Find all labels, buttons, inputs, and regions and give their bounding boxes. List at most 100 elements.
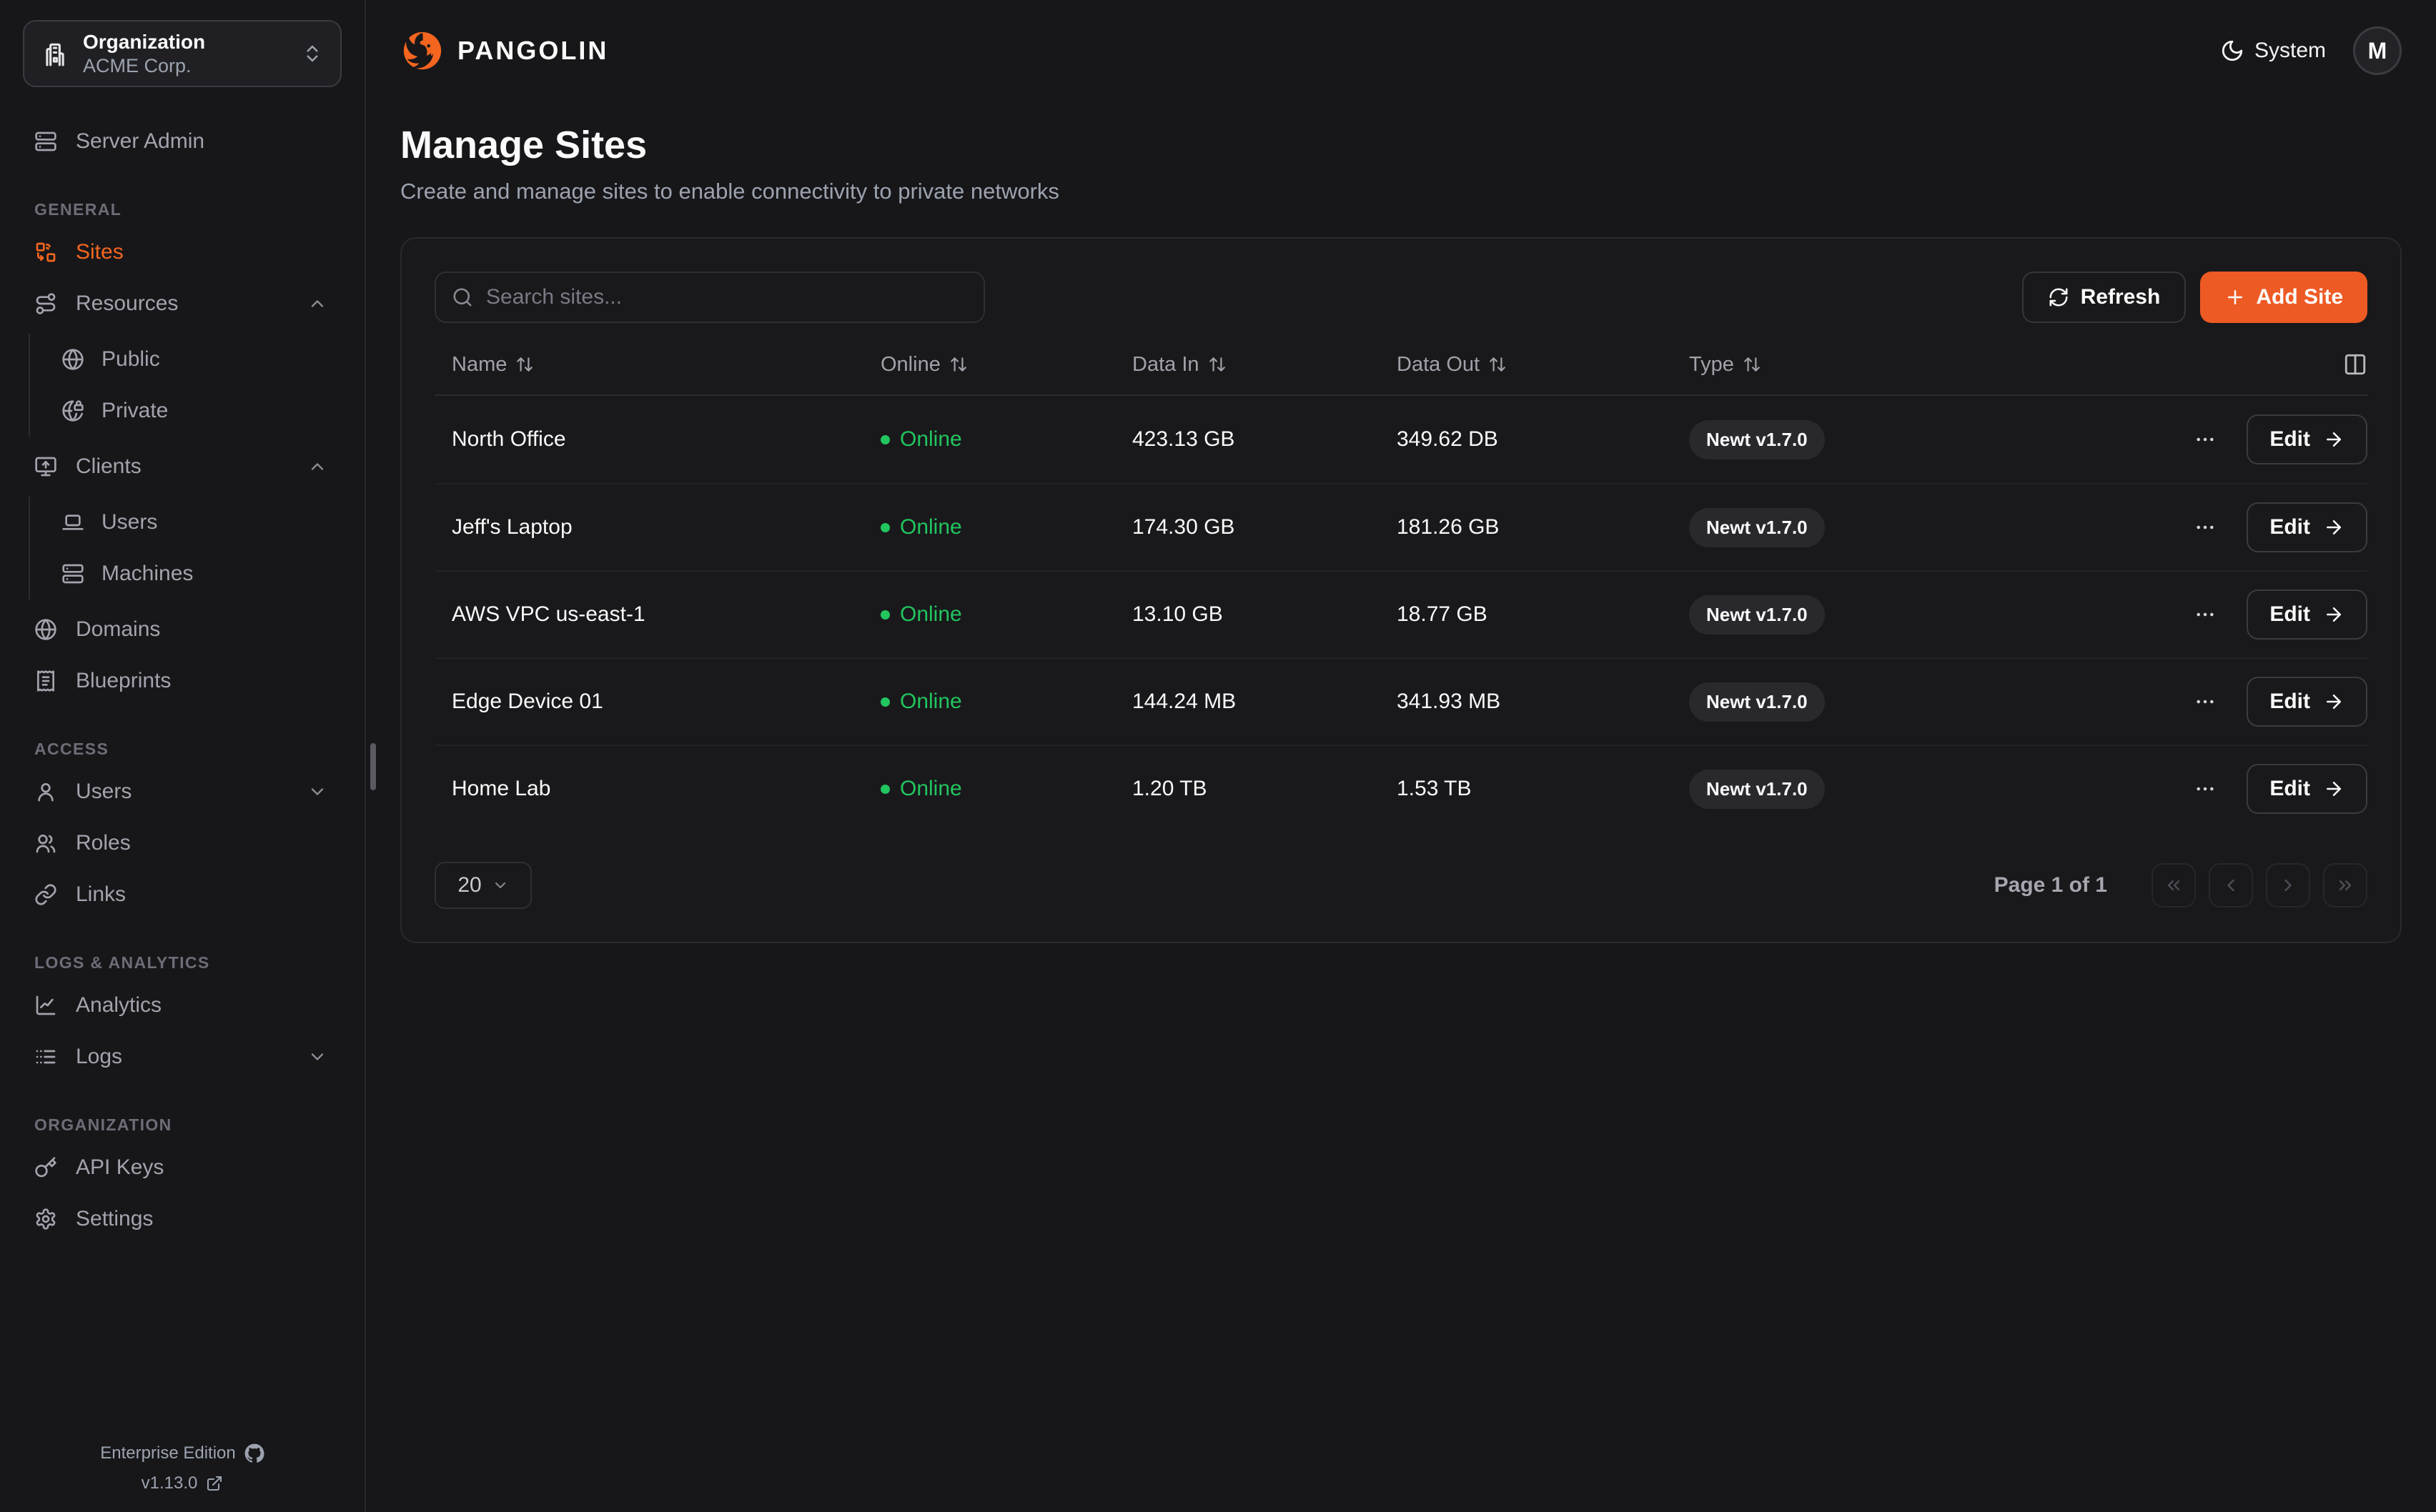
next-page-button[interactable] — [2266, 863, 2310, 907]
server-icon — [34, 130, 57, 153]
theme-toggle[interactable]: System — [2220, 39, 2326, 63]
sidebar-item-machines[interactable]: Machines — [30, 551, 365, 597]
data-out: 341.93 MB — [1397, 690, 1689, 714]
building-icon — [41, 40, 69, 67]
column-label: Type — [1689, 353, 1734, 377]
sidebar-item-sites[interactable]: Sites — [0, 229, 365, 275]
row-menu-button[interactable] — [2194, 603, 2217, 626]
chevrons-right-icon — [2335, 875, 2355, 895]
globe-icon — [61, 348, 84, 371]
status-label: Online — [900, 515, 962, 539]
users-icon — [34, 832, 57, 855]
type-badge: Newt v1.7.0 — [1689, 682, 1825, 722]
sidebar-item-public[interactable]: Public — [30, 337, 365, 382]
org-selector-label: Organization — [83, 29, 205, 54]
sidebar-item-server-admin[interactable]: Server Admin — [0, 119, 365, 164]
columns-toggle-button[interactable] — [2343, 352, 2367, 377]
sidebar-item-label: Private — [102, 399, 168, 423]
laptop-icon — [61, 511, 84, 534]
edit-button[interactable]: Edit — [2247, 764, 2367, 814]
chevron-right-icon — [2278, 875, 2298, 895]
data-out: 18.77 GB — [1397, 602, 1689, 627]
version-link[interactable]: v1.13.0 — [0, 1473, 365, 1493]
search-input[interactable] — [486, 285, 968, 309]
sidebar-item-clients[interactable]: Clients — [0, 444, 365, 489]
chevron-down-icon — [492, 877, 509, 894]
sidebar-item-blueprints[interactable]: Blueprints — [0, 658, 365, 704]
row-menu-button[interactable] — [2194, 777, 2217, 800]
globe-lock-icon — [61, 399, 84, 422]
sidebar-item-users[interactable]: Users — [0, 769, 365, 815]
edit-button[interactable]: Edit — [2247, 414, 2367, 464]
org-selector[interactable]: Organization ACME Corp. — [23, 20, 342, 87]
last-page-button[interactable] — [2323, 863, 2367, 907]
version-label: v1.13.0 — [142, 1473, 198, 1493]
avatar[interactable]: M — [2353, 26, 2402, 75]
data-out: 349.62 DB — [1397, 427, 1689, 452]
column-header-online[interactable]: Online — [881, 353, 1132, 377]
data-out: 1.53 TB — [1397, 777, 1689, 801]
edit-button[interactable]: Edit — [2247, 502, 2367, 552]
first-page-button[interactable] — [2152, 863, 2196, 907]
row-menu-button[interactable] — [2194, 516, 2217, 539]
page-size-select[interactable]: 20 — [435, 862, 532, 909]
column-header-type[interactable]: Type — [1689, 353, 2001, 377]
sidebar-item-client-users[interactable]: Users — [30, 499, 365, 545]
sidebar-item-label: Analytics — [76, 993, 162, 1018]
status-label: Online — [900, 777, 962, 801]
sidebar-item-private[interactable]: Private — [30, 388, 365, 434]
section-general: GENERAL — [0, 200, 365, 219]
sidebar-item-label: Users — [76, 780, 132, 804]
sidebar-item-settings[interactable]: Settings — [0, 1196, 365, 1242]
sidebar-item-label: Resources — [76, 292, 178, 316]
site-name: North Office — [452, 427, 881, 452]
column-header-data-out[interactable]: Data Out — [1397, 353, 1689, 377]
site-name: Edge Device 01 — [452, 690, 881, 714]
theme-toggle-label: System — [2254, 39, 2326, 63]
clients-subgroup: Users Machines — [29, 497, 365, 600]
logs-icon — [34, 1045, 57, 1068]
gear-icon — [34, 1208, 57, 1230]
receipt-icon — [34, 670, 57, 692]
column-header-data-in[interactable]: Data In — [1132, 353, 1397, 377]
github-icon — [244, 1443, 264, 1463]
site-name: Jeff's Laptop — [452, 515, 881, 539]
sidebar-item-roles[interactable]: Roles — [0, 820, 365, 866]
pagination: 20 Page 1 of 1 — [435, 862, 2367, 909]
sidebar-item-resources[interactable]: Resources — [0, 281, 365, 327]
sidebar-item-label: API Keys — [76, 1155, 164, 1180]
external-link-icon — [206, 1475, 223, 1492]
arrow-right-icon — [2323, 517, 2345, 538]
edit-button[interactable]: Edit — [2247, 677, 2367, 727]
chevron-up-icon — [307, 294, 327, 314]
chevron-down-icon — [307, 782, 327, 802]
sidebar-scrollbar-thumb[interactable] — [370, 743, 376, 790]
sidebar-item-label: Machines — [102, 562, 193, 586]
link-icon — [34, 883, 57, 906]
type-badge: Newt v1.7.0 — [1689, 508, 1825, 547]
row-menu-button[interactable] — [2194, 690, 2217, 713]
sidebar-item-label: Clients — [76, 454, 142, 479]
column-header-name[interactable]: Name — [452, 353, 881, 377]
page-title: Manage Sites — [400, 123, 2402, 167]
top-right: System M — [2220, 26, 2402, 75]
edit-label: Edit — [2269, 515, 2310, 539]
row-menu-button[interactable] — [2194, 428, 2217, 451]
edition-link[interactable]: Enterprise Edition — [0, 1443, 365, 1463]
sidebar-item-domains[interactable]: Domains — [0, 607, 365, 652]
add-site-button[interactable]: Add Site — [2200, 272, 2367, 323]
sidebar-item-logs[interactable]: Logs — [0, 1034, 365, 1080]
table-row: Home Lab Online 1.20 TB 1.53 TB Newt v1.… — [435, 745, 2367, 832]
sidebar-item-api-keys[interactable]: API Keys — [0, 1145, 365, 1190]
sidebar-item-analytics[interactable]: Analytics — [0, 983, 365, 1028]
page-subtitle: Create and manage sites to enable connec… — [400, 179, 2402, 204]
add-site-label: Add Site — [2256, 285, 2343, 309]
site-status: Online — [881, 777, 1132, 801]
edit-button[interactable]: Edit — [2247, 590, 2367, 640]
sort-icon — [1488, 355, 1507, 374]
sidebar-item-links[interactable]: Links — [0, 872, 365, 917]
prev-page-button[interactable] — [2209, 863, 2253, 907]
refresh-button[interactable]: Refresh — [2022, 272, 2187, 323]
sort-icon — [515, 355, 534, 374]
top-bar: PANGOLIN System M — [400, 0, 2402, 101]
